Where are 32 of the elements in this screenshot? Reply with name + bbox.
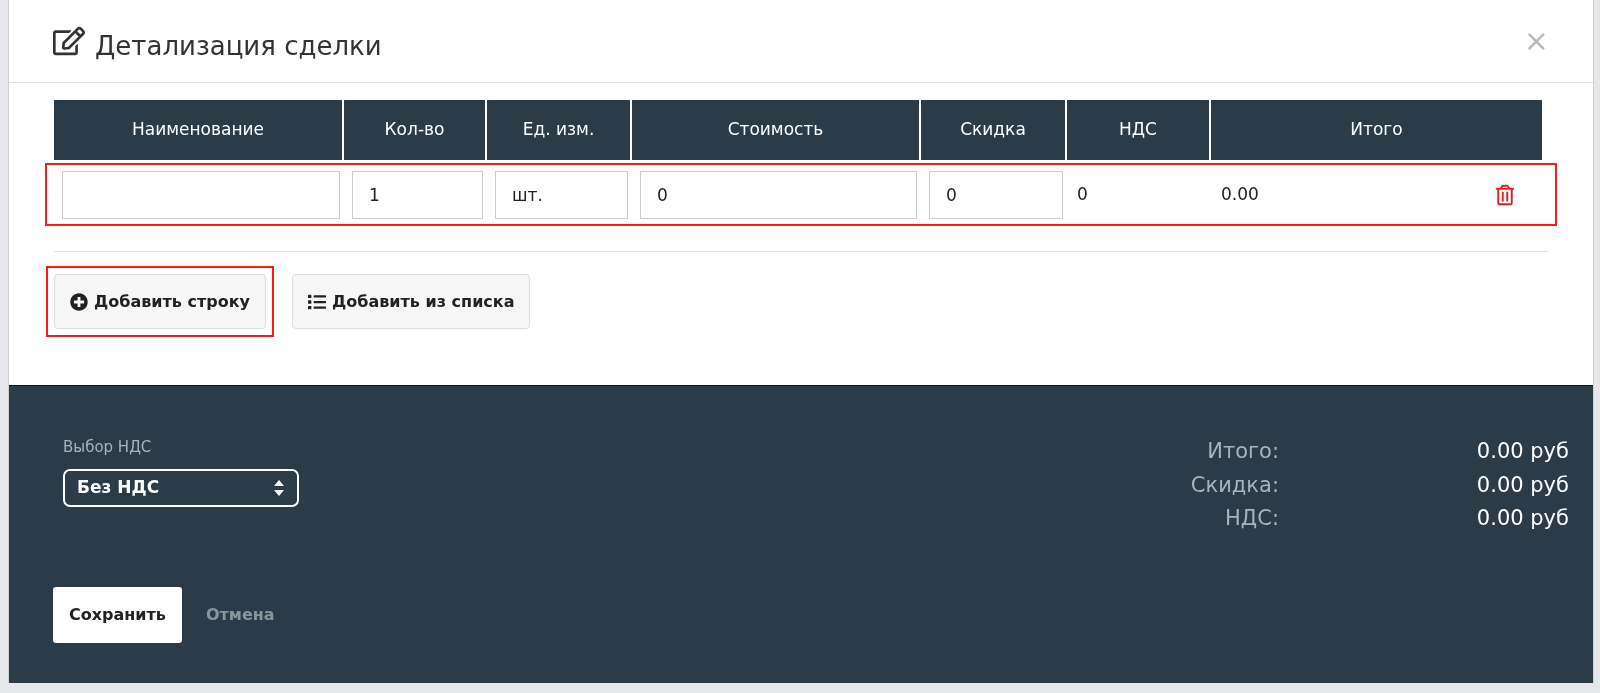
save-button[interactable]: Сохранить (53, 587, 182, 643)
plus-icon (70, 292, 88, 311)
total-label: Итого: (1206, 438, 1279, 465)
vat-select[interactable]: Без НДС (63, 468, 299, 507)
column-header: Ед. изм. (487, 100, 632, 160)
sort-arrows-icon (273, 478, 285, 497)
column-header: Стоимость (632, 100, 921, 160)
input-field[interactable]: шт. (495, 170, 628, 219)
list-icon (308, 292, 326, 311)
total-label: Скидка: (1190, 471, 1279, 499)
column-header: Итого (1211, 100, 1544, 160)
total-value: 0.00 руб (1475, 505, 1569, 532)
trash-icon[interactable] (1496, 183, 1514, 206)
add-button[interactable]: Добавить из списка (292, 274, 531, 329)
input-field[interactable]: 1 (352, 170, 483, 219)
modal-title: Детализация сделки (95, 29, 382, 63)
field-label: Выбор НДС (63, 437, 153, 458)
table-cell-text: 0 (1076, 182, 1089, 206)
input-field[interactable] (62, 170, 340, 219)
total-value: 0.00 руб (1475, 471, 1569, 499)
cancel-button[interactable]: Отмена (205, 603, 275, 627)
input-field[interactable]: 0 (929, 170, 1063, 219)
total-label: НДС: (1224, 505, 1279, 532)
column-header: Скидка (921, 100, 1067, 160)
edit-icon (53, 26, 85, 56)
table-cell-text: 0.00 (1220, 182, 1260, 206)
total-value: 0.00 руб (1475, 438, 1569, 465)
column-header: Наименование (54, 100, 344, 160)
add-button[interactable]: Добавить строку (54, 274, 266, 329)
input-field[interactable]: 0 (640, 170, 917, 219)
column-header: НДС (1067, 100, 1211, 160)
column-header: Кол-во (344, 100, 487, 160)
